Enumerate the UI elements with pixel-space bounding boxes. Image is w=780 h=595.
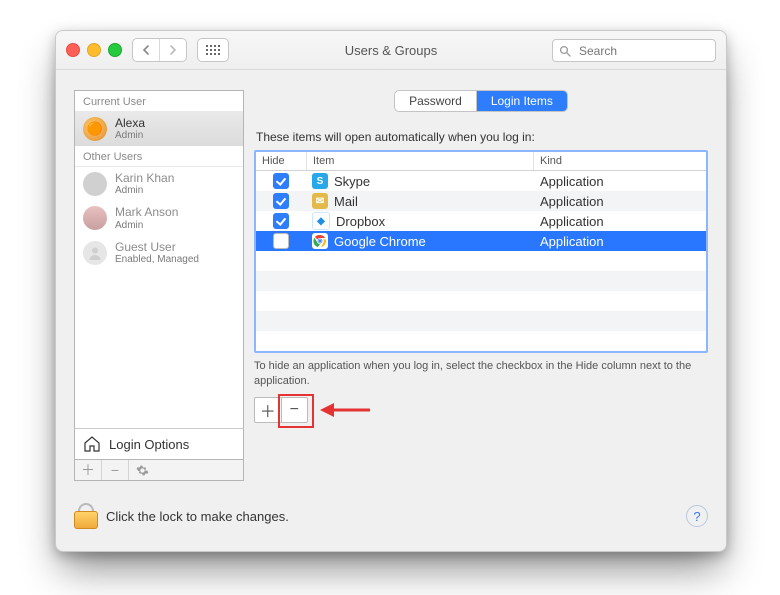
add-user-button[interactable]: ＋ xyxy=(75,460,102,480)
titlebar: Users & Groups xyxy=(56,31,726,70)
login-items-caption: These items will open automatically when… xyxy=(256,130,706,144)
tab-bar: Password Login Items xyxy=(254,90,708,112)
sidebar-user[interactable]: Karin Khan Admin xyxy=(75,167,243,201)
avatar: 🟠 xyxy=(83,117,107,141)
tab-login-items[interactable]: Login Items xyxy=(476,91,567,111)
annotation-arrow-icon xyxy=(320,401,370,419)
avatar-icon: 🟠 xyxy=(87,121,103,137)
avatar xyxy=(83,206,107,230)
user-name: Guest User xyxy=(115,241,199,254)
grid-icon xyxy=(206,45,220,55)
user-name: Mark Anson xyxy=(115,206,178,219)
forward-button[interactable] xyxy=(159,39,186,61)
sidebar-buttons: ＋ − xyxy=(74,460,244,481)
user-role: Admin xyxy=(115,220,178,231)
search-icon xyxy=(559,45,571,57)
table-row[interactable]: S Skype Application xyxy=(256,171,706,191)
login-options-row[interactable]: Login Options xyxy=(74,428,244,460)
help-icon: ? xyxy=(693,509,700,524)
table-header: Hide Item Kind xyxy=(256,152,706,171)
system-preferences-window: Users & Groups Current User 🟠 Alexa Admi… xyxy=(55,30,727,552)
user-name: Karin Khan xyxy=(115,172,174,185)
table-row-empty xyxy=(256,271,706,291)
annotation-highlight-box xyxy=(278,394,314,428)
table-row-selected[interactable]: Google Chrome Application xyxy=(256,231,706,251)
show-all-prefs-button[interactable] xyxy=(197,38,229,62)
chrome-icon xyxy=(312,233,328,249)
lock-caption: Click the lock to make changes. xyxy=(106,509,289,524)
home-icon xyxy=(83,435,101,453)
col-kind[interactable]: Kind xyxy=(534,152,706,170)
sidebar-user-guest[interactable]: Guest User Enabled, Managed xyxy=(75,236,243,270)
sidebar-section-others: Other Users xyxy=(75,146,243,167)
hide-checkbox[interactable] xyxy=(273,233,289,249)
lock-button[interactable] xyxy=(74,503,96,529)
dropbox-icon: ◆ xyxy=(312,212,330,230)
nav-back-forward xyxy=(132,38,187,62)
table-row-empty xyxy=(256,291,706,311)
item-name: Dropbox xyxy=(336,214,385,229)
table-row[interactable]: ◆ Dropbox Application xyxy=(256,211,706,231)
tab-password[interactable]: Password xyxy=(395,91,476,111)
table-row[interactable]: ✉ Mail Application xyxy=(256,191,706,211)
user-role: Admin xyxy=(115,130,145,141)
sidebar-user-current[interactable]: 🟠 Alexa Admin xyxy=(75,112,243,146)
item-name: Google Chrome xyxy=(334,234,426,249)
help-button[interactable]: ? xyxy=(686,505,708,527)
sidebar-actions-button[interactable] xyxy=(129,460,155,480)
item-name: Skype xyxy=(334,174,370,189)
hide-checkbox[interactable] xyxy=(273,213,289,229)
window-controls xyxy=(66,43,122,57)
item-kind: Application xyxy=(534,174,706,189)
hide-checkbox[interactable] xyxy=(273,193,289,209)
col-item[interactable]: Item xyxy=(307,152,534,170)
users-sidebar: Current User 🟠 Alexa Admin Other Users K… xyxy=(74,90,244,481)
sidebar-user[interactable]: Mark Anson Admin xyxy=(75,201,243,235)
avatar xyxy=(83,241,107,265)
user-role: Admin xyxy=(115,185,174,196)
item-name: Mail xyxy=(334,194,358,209)
col-hide[interactable]: Hide xyxy=(256,152,307,170)
login-options-label: Login Options xyxy=(109,437,189,452)
user-name: Alexa xyxy=(115,117,145,130)
table-row-empty xyxy=(256,251,706,271)
search-field[interactable] xyxy=(552,39,716,62)
item-kind: Application xyxy=(534,214,706,229)
add-login-item-button[interactable]: ＋ xyxy=(255,398,281,422)
avatar xyxy=(83,172,107,196)
login-items-table: Hide Item Kind S Skype Application ✉ Mail … xyxy=(254,150,708,353)
hide-hint-text: To hide an application when you log in, … xyxy=(254,359,708,389)
zoom-window-button[interactable] xyxy=(108,43,122,57)
mail-icon: ✉ xyxy=(312,193,328,209)
lock-footer: Click the lock to make changes. ? xyxy=(56,491,726,551)
user-role: Enabled, Managed xyxy=(115,254,199,265)
user-list: Current User 🟠 Alexa Admin Other Users K… xyxy=(74,90,244,429)
main-pane: Password Login Items These items will op… xyxy=(254,90,708,481)
chevron-left-icon xyxy=(142,45,150,55)
remove-user-button[interactable]: − xyxy=(102,460,129,480)
chevron-right-icon xyxy=(169,45,177,55)
search-input[interactable] xyxy=(577,43,727,59)
gear-icon xyxy=(136,464,149,477)
table-row-empty xyxy=(256,331,706,351)
table-row-empty xyxy=(256,311,706,331)
person-icon xyxy=(87,245,103,261)
item-kind: Application xyxy=(534,194,706,209)
content-area: Current User 🟠 Alexa Admin Other Users K… xyxy=(56,70,726,491)
back-button[interactable] xyxy=(133,39,159,61)
item-kind: Application xyxy=(534,234,706,249)
sidebar-section-current: Current User xyxy=(75,91,243,112)
hide-checkbox[interactable] xyxy=(273,173,289,189)
close-window-button[interactable] xyxy=(66,43,80,57)
table-body: S Skype Application ✉ Mail Application ◆ Dr… xyxy=(256,171,706,351)
minimize-window-button[interactable] xyxy=(87,43,101,57)
skype-icon: S xyxy=(312,173,328,189)
